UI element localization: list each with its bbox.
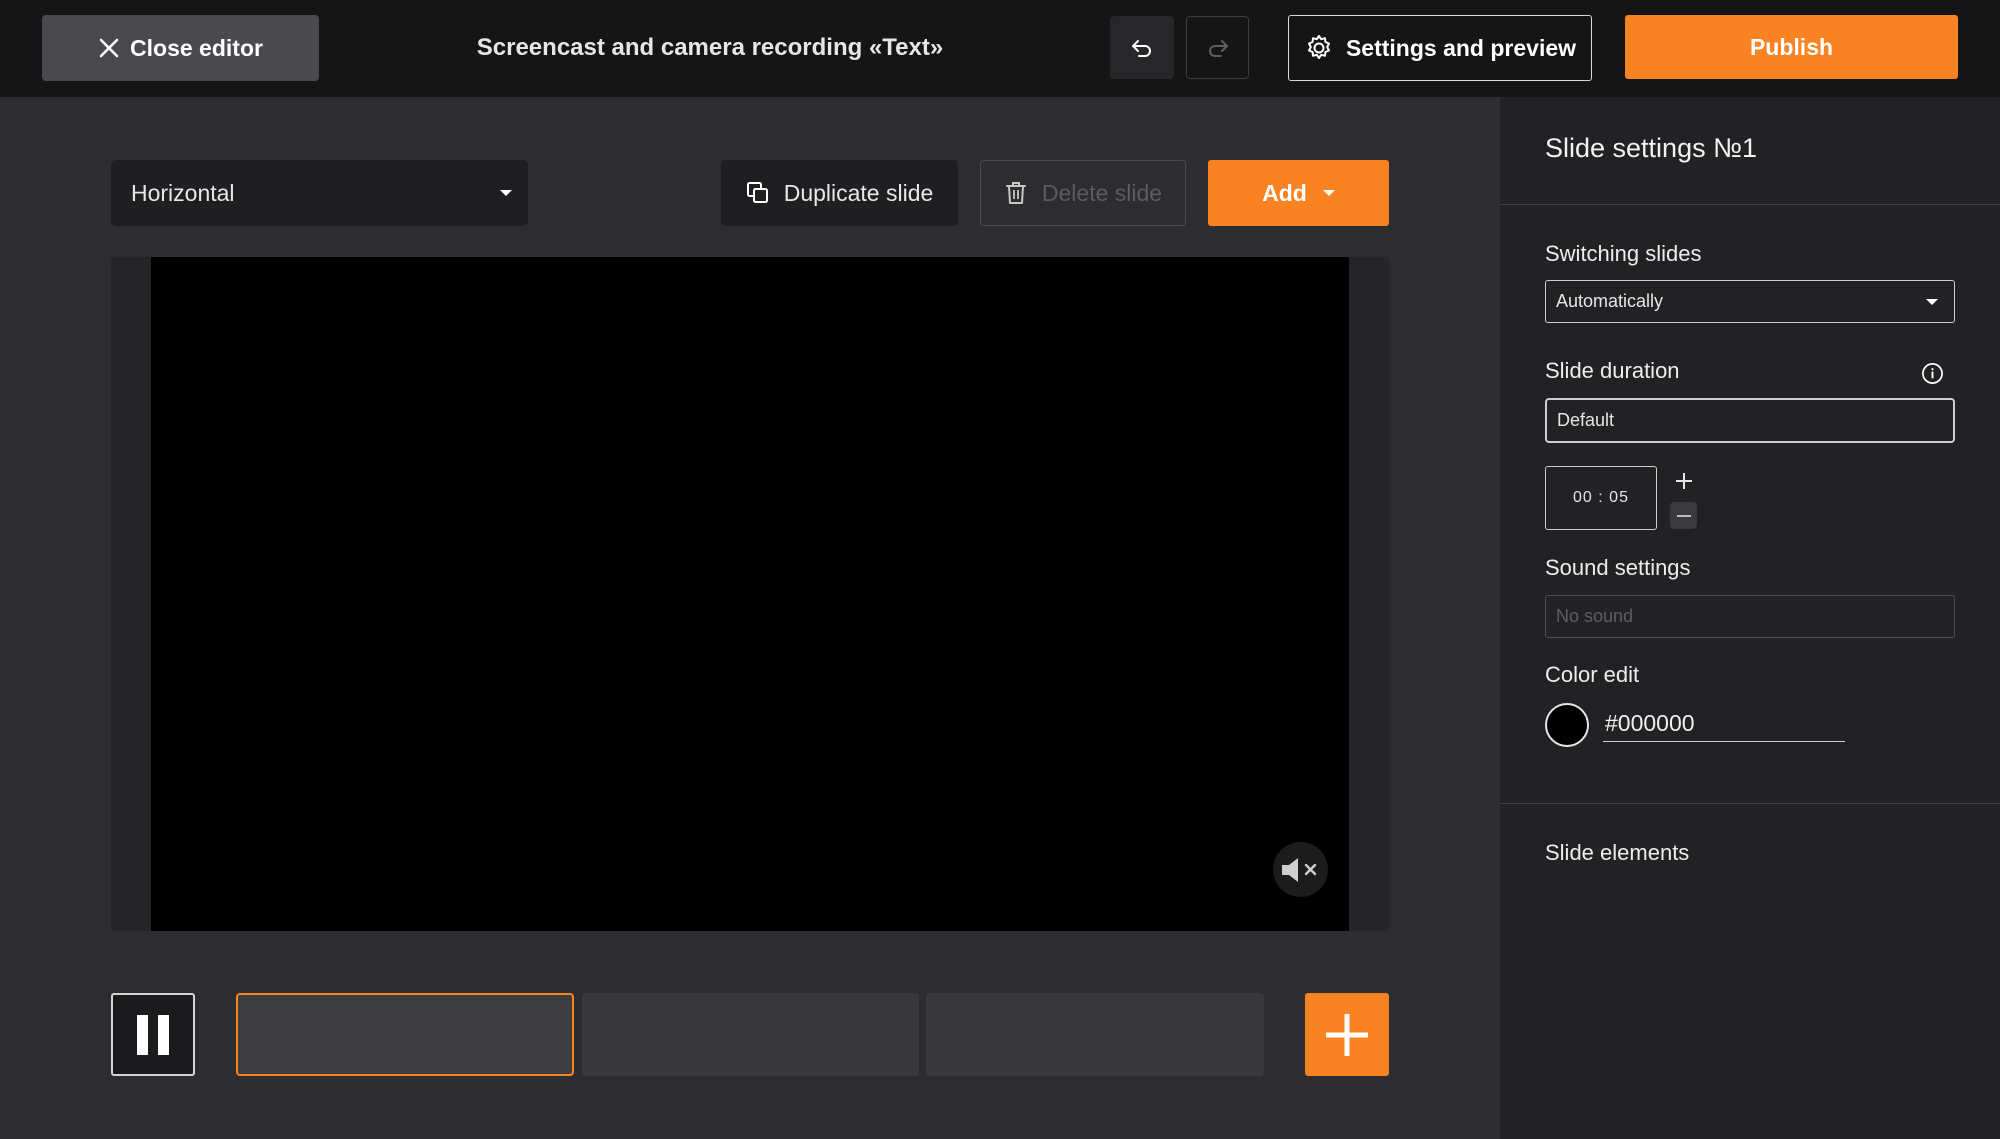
- panel-divider: [1500, 204, 2000, 205]
- slide-duration-label: Slide duration: [1545, 358, 1680, 384]
- sound-settings-label: Sound settings: [1545, 555, 1691, 581]
- slide-thumbnail-3[interactable]: [926, 993, 1264, 1076]
- pause-button[interactable]: [111, 993, 195, 1076]
- plus-icon: [1324, 1012, 1370, 1058]
- chevron-down-icon: [1926, 299, 1938, 305]
- panel-title: Slide settings №1: [1545, 133, 1757, 164]
- info-icon[interactable]: [1921, 362, 1944, 385]
- top-bar: Close editor Screencast and camera recor…: [0, 0, 2000, 97]
- duration-time-input[interactable]: 00 : 05: [1545, 466, 1657, 530]
- duplicate-slide-label: Duplicate slide: [784, 180, 934, 207]
- minus-icon: [1674, 506, 1694, 526]
- undo-icon: [1129, 35, 1155, 61]
- slide-thumbnail-2[interactable]: [582, 993, 919, 1076]
- settings-preview-label: Settings and preview: [1346, 35, 1576, 62]
- redo-icon: [1205, 35, 1231, 61]
- plus-icon: [1674, 471, 1694, 491]
- pause-icon: [158, 1015, 169, 1055]
- gear-icon: [1304, 33, 1334, 63]
- slide-duration-select[interactable]: Default: [1545, 398, 1955, 443]
- slide-canvas[interactable]: [151, 257, 1349, 931]
- color-hex-input[interactable]: #000000: [1603, 705, 1845, 742]
- panel-divider: [1500, 803, 2000, 804]
- close-editor-label: Close editor: [130, 35, 263, 62]
- add-label: Add: [1262, 180, 1307, 207]
- orientation-select[interactable]: Horizontal: [111, 160, 528, 226]
- delete-slide-label: Delete slide: [1042, 180, 1162, 207]
- slide-duration-value: Default: [1557, 410, 1614, 431]
- undo-button[interactable]: [1110, 16, 1174, 79]
- trash-icon: [1004, 180, 1028, 206]
- settings-preview-button[interactable]: Settings and preview: [1288, 15, 1592, 81]
- decrease-duration-button[interactable]: [1670, 502, 1697, 529]
- duplicate-icon: [746, 181, 770, 205]
- increase-duration-button[interactable]: [1670, 467, 1697, 494]
- duplicate-slide-button[interactable]: Duplicate slide: [721, 160, 958, 226]
- pause-icon: [137, 1015, 148, 1055]
- switching-slides-value: Automatically: [1556, 291, 1663, 312]
- delete-slide-button[interactable]: Delete slide: [980, 160, 1186, 226]
- add-slide-button[interactable]: [1305, 993, 1389, 1076]
- color-swatch[interactable]: [1545, 703, 1589, 747]
- mute-button[interactable]: [1273, 842, 1328, 897]
- slide-elements-label: Slide elements: [1545, 840, 1689, 866]
- color-edit-label: Color edit: [1545, 662, 1639, 688]
- close-icon: [98, 37, 120, 59]
- sound-placeholder: No sound: [1556, 606, 1633, 627]
- publish-button[interactable]: Publish: [1625, 15, 1958, 79]
- orientation-value: Horizontal: [131, 180, 235, 207]
- slide-thumbnail-1[interactable]: [236, 993, 574, 1076]
- switching-slides-select[interactable]: Automatically: [1545, 280, 1955, 323]
- document-title: Screencast and camera recording «Text»: [440, 26, 980, 70]
- redo-button[interactable]: [1186, 16, 1249, 79]
- mute-icon: [1279, 854, 1323, 886]
- close-editor-button[interactable]: Close editor: [42, 15, 319, 81]
- sound-settings-input[interactable]: No sound: [1545, 595, 1955, 638]
- add-button[interactable]: Add: [1208, 160, 1389, 226]
- chevron-down-icon: [1323, 190, 1335, 196]
- chevron-down-icon: [500, 190, 512, 196]
- switching-slides-label: Switching slides: [1545, 241, 1702, 267]
